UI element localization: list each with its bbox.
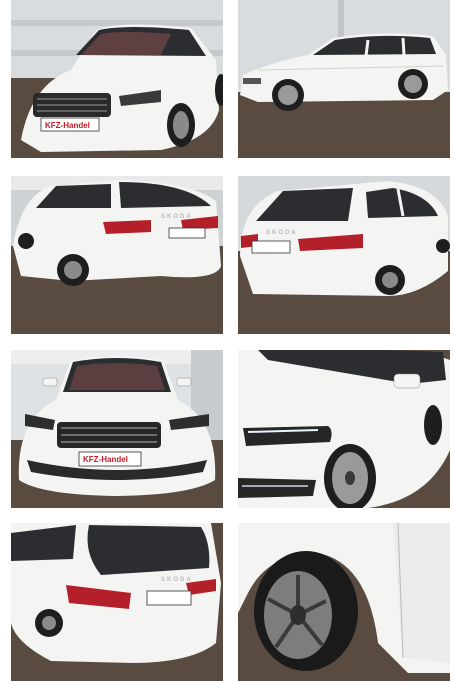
photo-front-view[interactable]: KFZ-Handel (11, 350, 223, 508)
photo-gallery: KFZ-Handel SKODA SKODA KFZ-Handel SKODA (0, 0, 455, 681)
brand-lettering-3: SKODA (161, 577, 193, 583)
photo-rear-right-three-quarter[interactable]: SKODA (238, 176, 450, 334)
photo-rear-tailgate-detail[interactable]: SKODA (11, 523, 223, 681)
photo-wheel-detail[interactable] (238, 523, 450, 681)
photo-rear-left-three-quarter[interactable]: SKODA (11, 176, 223, 334)
dealer-plate-text-2: KFZ-Handel (83, 455, 128, 464)
car-side-profile-image (238, 0, 450, 158)
car-rear-right-image: SKODA (238, 176, 450, 334)
car-wheel-detail-image (238, 523, 450, 681)
brand-lettering: SKODA (161, 214, 193, 220)
car-front-view-image: KFZ-Handel (11, 350, 223, 508)
photo-front-headlight-detail[interactable] (238, 350, 450, 508)
car-rear-left-image: SKODA (11, 176, 223, 334)
car-headlight-detail-image (238, 350, 450, 508)
car-front-three-quarter-image: KFZ-Handel (11, 0, 223, 158)
photo-front-three-quarter[interactable]: KFZ-Handel (11, 0, 223, 158)
photo-side-profile[interactable] (238, 0, 450, 158)
dealer-plate-text: KFZ-Handel (45, 121, 90, 130)
brand-lettering-2: SKODA (266, 230, 298, 236)
car-tailgate-detail-image: SKODA (11, 523, 223, 681)
